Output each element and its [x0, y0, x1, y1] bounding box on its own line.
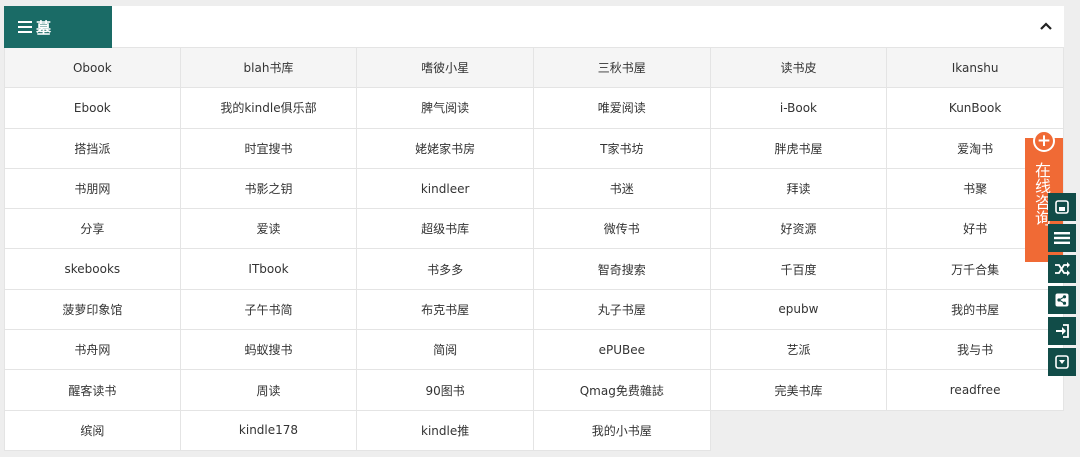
site-link[interactable]: kindle178: [180, 410, 358, 451]
site-link[interactable]: 分享: [4, 209, 181, 250]
site-link[interactable]: 搭挡派: [4, 128, 181, 169]
category-tab-label: 墓: [36, 18, 52, 37]
save-icon: [1055, 200, 1069, 214]
site-link[interactable]: 千百度: [710, 249, 888, 290]
site-directory-panel: 墓 Obook blah书库 嗜彼小星 三秋书屋 读书皮 Ikanshu Ebook 我的ki…: [4, 6, 1064, 452]
site-link[interactable]: 简阅: [357, 330, 534, 371]
site-link[interactable]: Ikanshu: [887, 48, 1064, 89]
category-tab[interactable]: 墓: [4, 6, 112, 48]
site-link[interactable]: 我的kindle俱乐部: [180, 88, 358, 129]
site-link[interactable]: 我的书屋: [887, 289, 1064, 331]
share-button[interactable]: [1048, 286, 1076, 314]
collapse-button[interactable]: [1036, 16, 1056, 36]
shuffle-button[interactable]: [1048, 255, 1076, 283]
site-link[interactable]: 菠萝印象馆: [4, 289, 181, 331]
side-toolbar: [1048, 193, 1076, 379]
site-link[interactable]: 爱读: [180, 209, 358, 250]
site-link[interactable]: 拜读: [710, 168, 888, 210]
plus-icon: +: [1033, 130, 1055, 152]
site-link[interactable]: 智奇搜索: [533, 249, 711, 290]
site-link-grid: Obook blah书库 嗜彼小星 三秋书屋 读书皮 Ikanshu Ebook 我的kind…: [4, 48, 1064, 451]
site-link[interactable]: 醒客读书: [4, 370, 181, 411]
site-link[interactable]: 超级书库: [357, 209, 534, 250]
site-link[interactable]: 我的小书屋: [533, 410, 711, 451]
site-link[interactable]: 书多多: [357, 249, 534, 290]
site-link[interactable]: 唯爱阅读: [533, 88, 711, 129]
site-link[interactable]: 时宜搜书: [180, 128, 358, 169]
site-link[interactable]: T家书坊: [533, 128, 711, 169]
site-link[interactable]: Ebook: [4, 88, 181, 129]
site-link[interactable]: Qmag免费雜誌: [533, 370, 711, 411]
menu-icon: [18, 21, 32, 33]
site-link[interactable]: ITbook: [180, 249, 358, 290]
site-link[interactable]: 好资源: [710, 209, 888, 250]
save-button[interactable]: [1048, 193, 1076, 221]
site-link[interactable]: 胖虎书屋: [710, 128, 888, 169]
shuffle-icon: [1055, 262, 1070, 276]
site-link[interactable]: 90图书: [357, 370, 534, 411]
site-link[interactable]: 我与书: [887, 330, 1064, 371]
site-link[interactable]: blah书库: [180, 48, 358, 89]
site-link[interactable]: 脾气阅读: [357, 88, 534, 129]
list-icon: [1054, 232, 1070, 244]
site-link[interactable]: KunBook: [887, 88, 1064, 129]
chevron-up-icon: [1040, 22, 1052, 30]
download-button[interactable]: [1048, 348, 1076, 376]
site-link[interactable]: kindleer: [357, 168, 534, 210]
site-link[interactable]: 周读: [180, 370, 358, 411]
list-button[interactable]: [1048, 224, 1076, 252]
site-link[interactable]: 读书皮: [710, 48, 888, 89]
site-link[interactable]: Obook: [4, 48, 181, 89]
site-link[interactable]: 子午书简: [180, 289, 358, 331]
site-link[interactable]: 丸子书屋: [533, 289, 711, 331]
site-link[interactable]: 书影之钥: [180, 168, 358, 210]
empty-cell: [887, 411, 1064, 451]
site-link[interactable]: i-Book: [710, 88, 888, 129]
share-icon: [1055, 293, 1069, 307]
login-icon: [1055, 324, 1069, 338]
site-link[interactable]: 书迷: [533, 168, 711, 210]
login-button[interactable]: [1048, 317, 1076, 345]
site-link[interactable]: readfree: [887, 370, 1064, 411]
site-link[interactable]: 书舟网: [4, 330, 181, 371]
site-link[interactable]: 书朋网: [4, 168, 181, 210]
site-link[interactable]: 姥姥家书房: [357, 128, 534, 169]
site-link[interactable]: 蚂蚁搜书: [180, 330, 358, 371]
site-link[interactable]: ePUBee: [533, 330, 711, 371]
site-link[interactable]: 缤阅: [4, 410, 181, 451]
panel-header: 墓: [4, 6, 1064, 48]
site-link[interactable]: 完美书库: [710, 370, 888, 411]
site-link[interactable]: 微传书: [533, 209, 711, 250]
site-link[interactable]: kindle推: [357, 410, 534, 451]
site-link[interactable]: 三秋书屋: [533, 48, 711, 89]
empty-cell: [711, 411, 888, 451]
site-link[interactable]: 布克书屋: [357, 289, 534, 331]
site-link[interactable]: 嗜彼小星: [357, 48, 534, 89]
site-link[interactable]: skebooks: [4, 249, 181, 290]
download-icon: [1055, 355, 1069, 369]
site-link[interactable]: 艺派: [710, 330, 888, 371]
site-link[interactable]: epubw: [710, 289, 888, 331]
